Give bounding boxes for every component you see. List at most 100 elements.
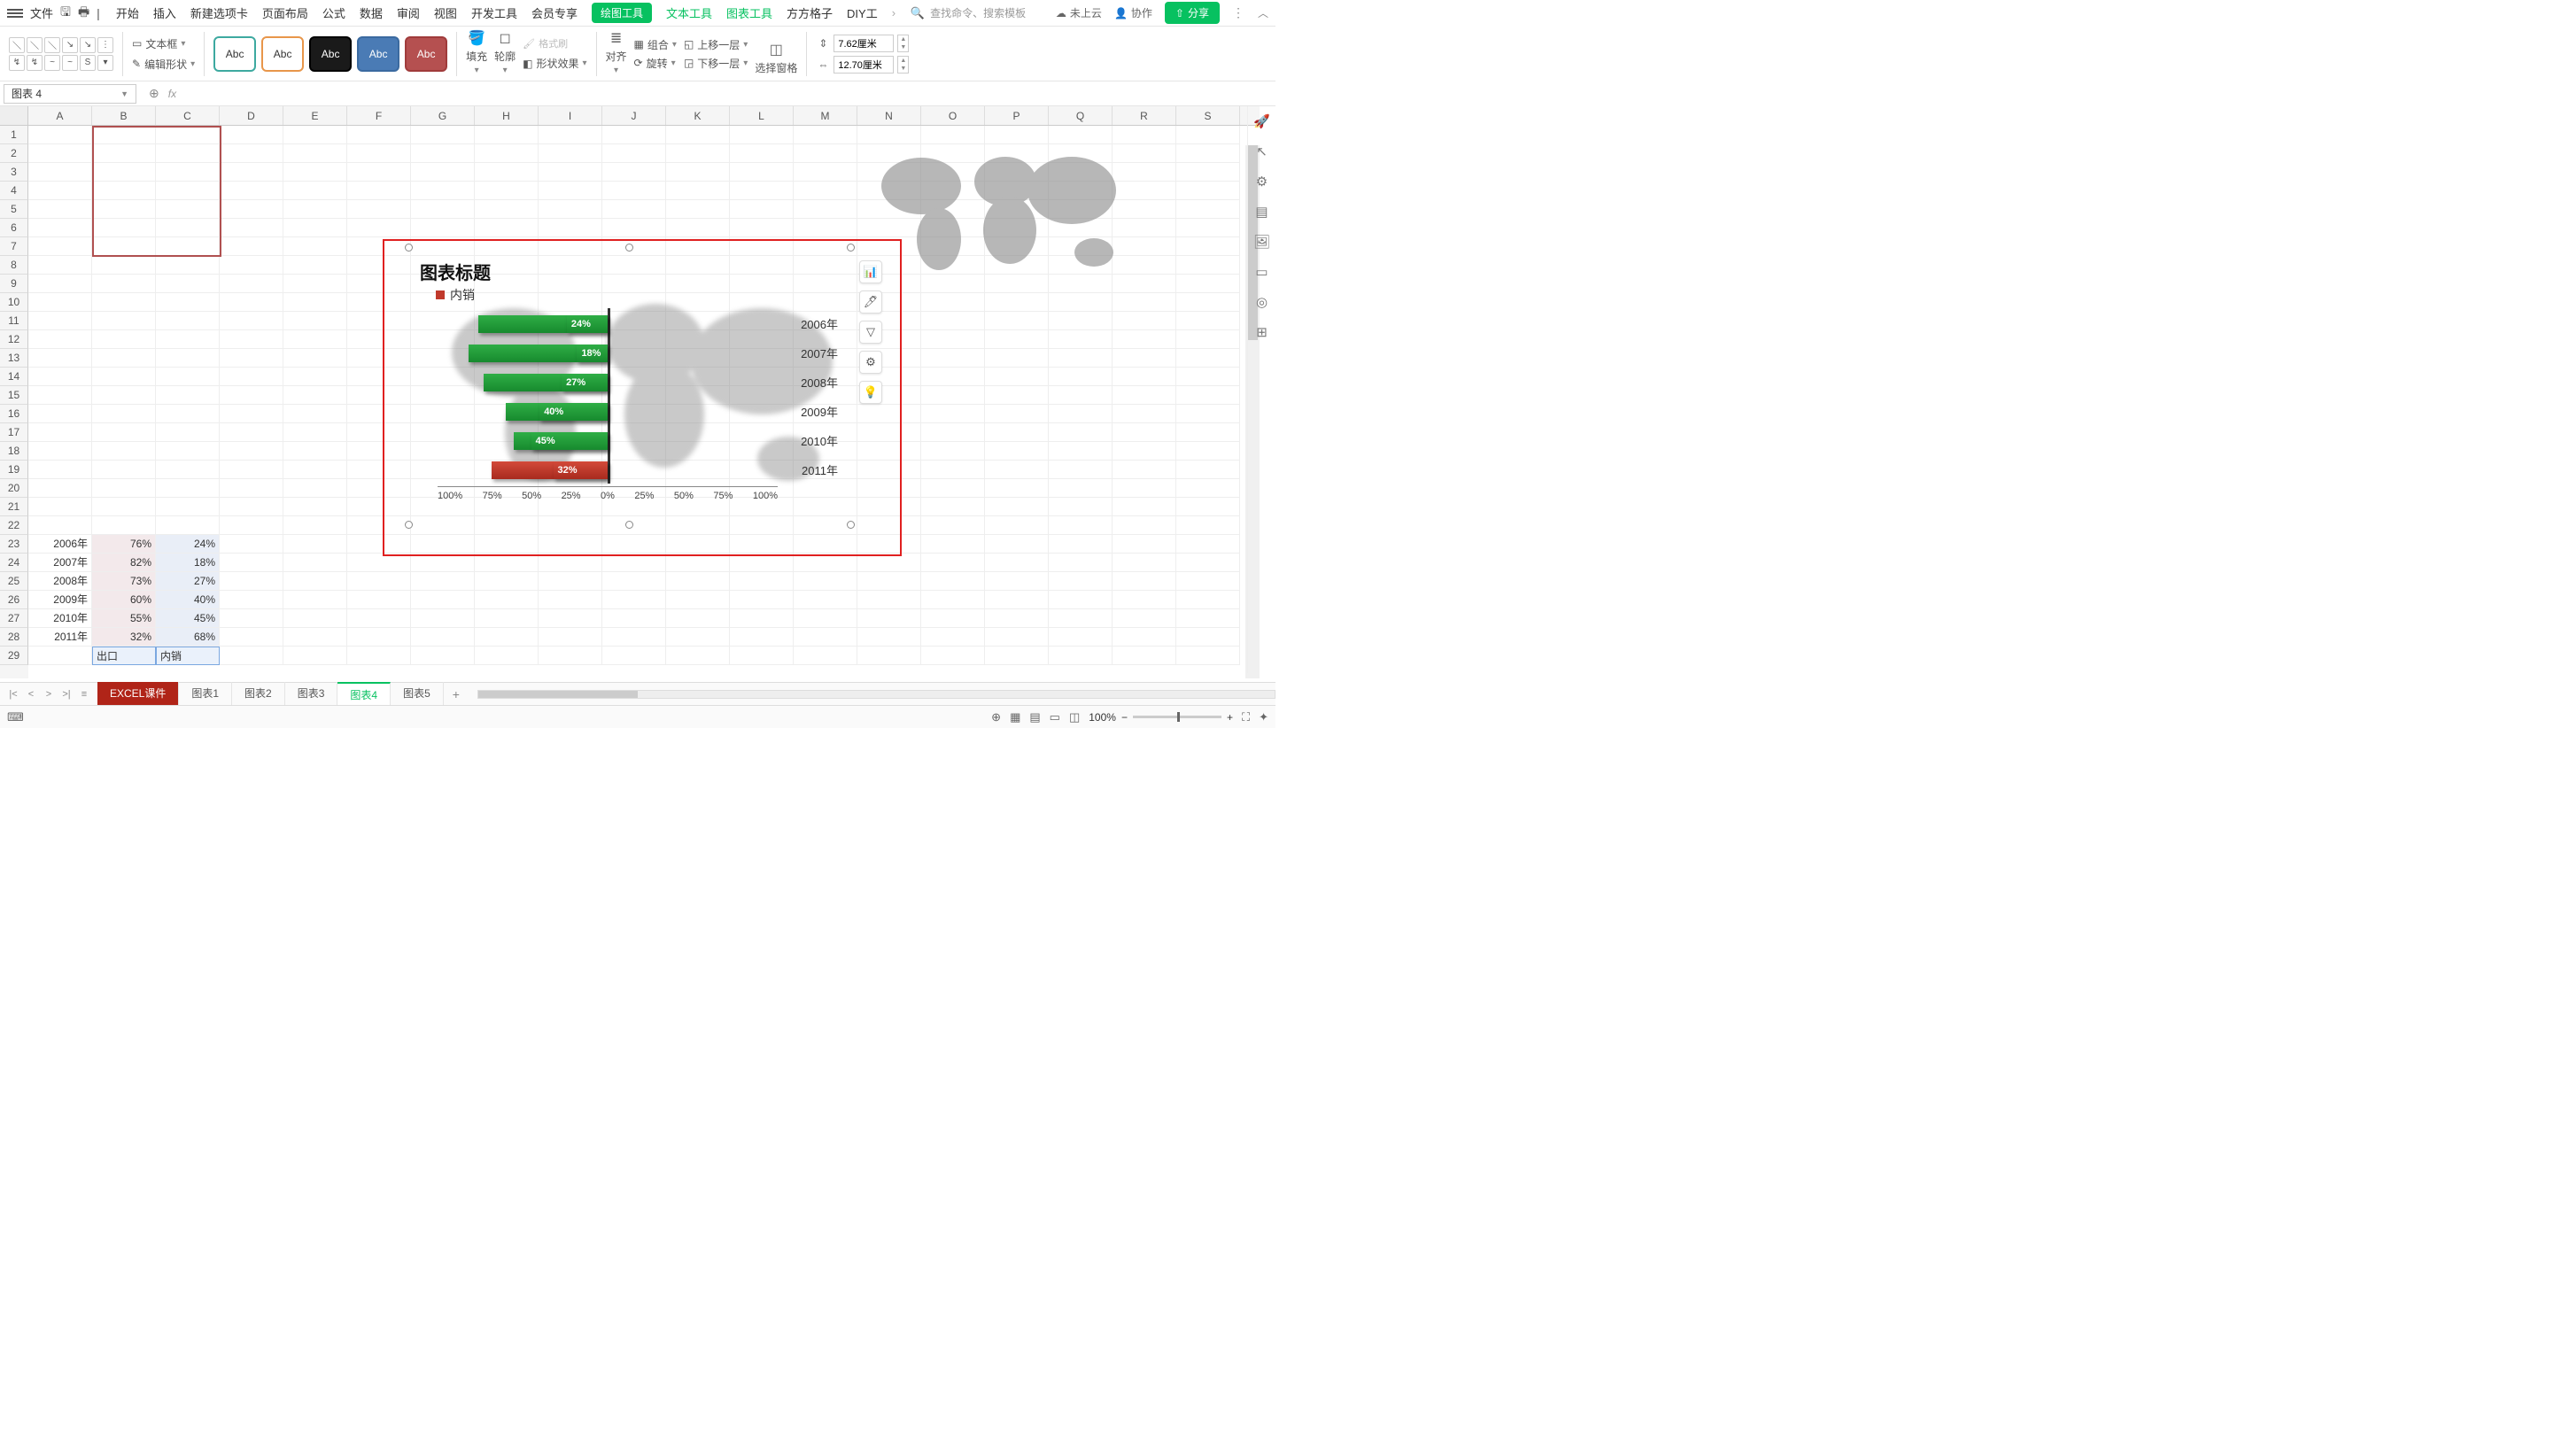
cell[interactable] [220, 330, 283, 349]
zoom-to-fit-icon[interactable]: ⊕ [149, 86, 159, 101]
cell[interactable] [283, 554, 347, 572]
handle-nw[interactable] [405, 244, 413, 252]
cell[interactable] [347, 423, 411, 442]
cell[interactable] [347, 498, 411, 516]
cell[interactable] [1176, 609, 1240, 628]
cursor-icon[interactable]: ↖ [1256, 143, 1268, 159]
cell[interactable] [1049, 498, 1113, 516]
zoom-control[interactable]: 100% − + [1089, 711, 1233, 724]
row-header[interactable]: 9 [0, 275, 28, 293]
cell[interactable] [347, 330, 411, 349]
horizontal-scrollbar[interactable] [477, 689, 1276, 700]
col-header[interactable]: C [156, 106, 220, 125]
cell[interactable] [857, 609, 921, 628]
cell[interactable]: 82% [92, 554, 156, 572]
chart-settings-button[interactable]: ⚙ [859, 351, 882, 374]
cell[interactable]: 内销 [156, 647, 220, 665]
cell[interactable] [28, 256, 92, 275]
cell[interactable] [1176, 442, 1240, 461]
cell[interactable] [1176, 535, 1240, 554]
cell[interactable] [985, 293, 1049, 312]
name-box[interactable]: 图表 4▼ [4, 84, 136, 104]
cell[interactable] [347, 182, 411, 200]
cell[interactable] [28, 219, 92, 237]
cell[interactable] [921, 609, 985, 628]
cell[interactable] [283, 516, 347, 535]
align-button[interactable]: ≣对齐 [606, 33, 627, 75]
line-shape[interactable]: ↘ [62, 37, 78, 53]
cell[interactable] [156, 237, 220, 256]
cell[interactable]: 2009年 [28, 591, 92, 609]
cell[interactable] [666, 200, 730, 219]
cell[interactable] [411, 647, 475, 665]
col-header[interactable]: P [985, 106, 1049, 125]
cell[interactable] [1176, 572, 1240, 591]
cell[interactable] [602, 163, 666, 182]
view-reading-icon[interactable]: ▭ [1050, 710, 1060, 724]
cell[interactable] [1049, 461, 1113, 479]
cell[interactable] [1049, 423, 1113, 442]
cell[interactable] [1113, 535, 1176, 554]
cell[interactable] [28, 405, 92, 423]
cell[interactable] [156, 126, 220, 144]
group-button[interactable]: ▦组合 [634, 37, 677, 52]
cell[interactable] [283, 219, 347, 237]
cell[interactable] [220, 293, 283, 312]
cell[interactable] [1176, 405, 1240, 423]
shape-effects-button[interactable]: ◧形状效果 [523, 56, 586, 71]
row-header[interactable]: 12 [0, 330, 28, 349]
cell[interactable] [539, 572, 602, 591]
cell[interactable] [1176, 200, 1240, 219]
world-map-shape[interactable] [868, 142, 1134, 283]
cell[interactable] [28, 479, 92, 498]
cell[interactable] [220, 126, 283, 144]
sheet-tab[interactable]: 图表3 [285, 682, 338, 706]
cell[interactable] [283, 200, 347, 219]
cell[interactable] [220, 554, 283, 572]
cell[interactable] [1113, 405, 1176, 423]
cell[interactable] [1176, 275, 1240, 293]
cell[interactable] [220, 200, 283, 219]
cell[interactable] [794, 609, 857, 628]
cell[interactable]: 2011年 [28, 628, 92, 647]
sheet-first[interactable]: |< [5, 689, 21, 700]
view-split-icon[interactable]: ◫ [1069, 710, 1080, 724]
cell[interactable] [347, 293, 411, 312]
cell[interactable] [347, 461, 411, 479]
handle-ne[interactable] [847, 244, 855, 252]
handle-sw[interactable] [405, 521, 413, 529]
col-header[interactable]: K [666, 106, 730, 125]
col-header[interactable]: H [475, 106, 539, 125]
cell[interactable] [220, 591, 283, 609]
tab-insert[interactable]: 插入 [153, 4, 176, 21]
view-page-icon[interactable]: ▤ [1029, 710, 1040, 724]
cell[interactable] [411, 628, 475, 647]
cell[interactable] [730, 628, 794, 647]
cell[interactable] [411, 182, 475, 200]
cell[interactable] [92, 349, 156, 368]
cell[interactable] [347, 647, 411, 665]
cell[interactable] [156, 312, 220, 330]
row-header[interactable]: 5 [0, 200, 28, 219]
chart-ideas-button[interactable]: 💡 [859, 381, 882, 404]
line-shape[interactable]: ＼ [9, 37, 25, 53]
cell[interactable] [1049, 442, 1113, 461]
cell[interactable] [921, 628, 985, 647]
cell[interactable] [1176, 126, 1240, 144]
cell[interactable] [347, 144, 411, 163]
cell[interactable] [666, 609, 730, 628]
row-header[interactable]: 29 [0, 647, 28, 665]
cell[interactable] [347, 535, 411, 554]
cell[interactable] [220, 182, 283, 200]
cell[interactable] [156, 163, 220, 182]
cell[interactable] [602, 572, 666, 591]
cell[interactable] [347, 126, 411, 144]
cell[interactable] [1176, 479, 1240, 498]
cell[interactable] [794, 144, 857, 163]
cell[interactable] [794, 126, 857, 144]
chart-bar[interactable]: 32% [554, 461, 608, 479]
cell[interactable] [921, 498, 985, 516]
cell[interactable] [283, 182, 347, 200]
cell[interactable] [283, 330, 347, 349]
row-header[interactable]: 1 [0, 126, 28, 144]
